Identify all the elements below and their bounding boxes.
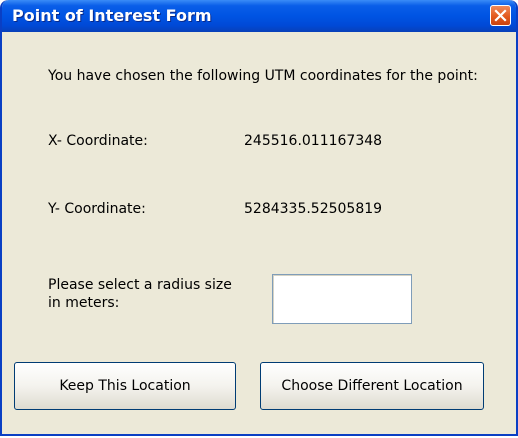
dialog-window: Point of Interest Form You have chosen t…	[0, 0, 518, 436]
y-coordinate-value: 5284335.52505819	[244, 201, 383, 217]
intro-text: You have chosen the following UTM coordi…	[48, 68, 478, 84]
x-coordinate-label: X- Coordinate:	[48, 133, 148, 149]
radius-label: Please select a radius size in meters:	[48, 277, 232, 311]
x-coordinate-value: 245516.011167348	[244, 133, 383, 149]
title-bar[interactable]: Point of Interest Form	[2, 0, 516, 32]
choose-different-location-button[interactable]: Choose Different Location	[260, 362, 484, 410]
close-icon	[494, 9, 507, 22]
close-button[interactable]	[490, 5, 511, 26]
window-title: Point of Interest Form	[12, 6, 212, 25]
keep-location-button[interactable]: Keep This Location	[14, 362, 236, 410]
radius-input[interactable]	[272, 274, 412, 324]
y-coordinate-label: Y- Coordinate:	[48, 201, 146, 217]
